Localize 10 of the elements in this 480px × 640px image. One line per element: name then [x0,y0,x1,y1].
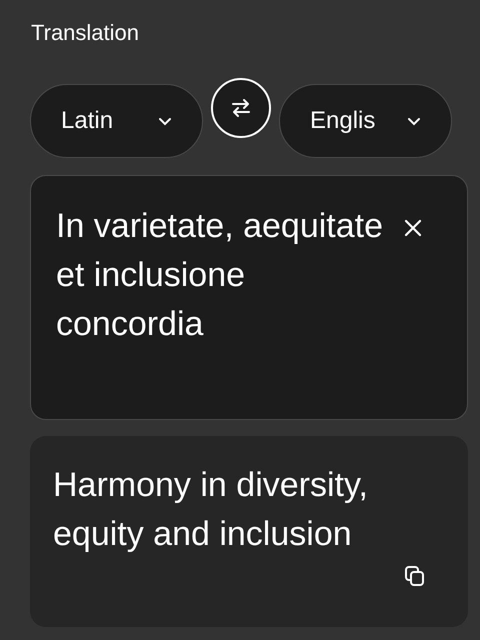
language-dropdown[interactable]: Englis [279,84,452,158]
source-text[interactable]: In varietate, aequitate et inclusione concordia [56,202,387,349]
language-dropdown[interactable]: Latin [30,84,203,158]
close-icon[interactable] [404,219,422,237]
translated-text: Harmony in diversity, equity and inclusion [53,465,369,555]
swap-arrows-icon [230,97,252,119]
copy-icon[interactable] [404,565,426,587]
chevron-down-icon [158,116,172,126]
chevron-down-icon [407,116,421,126]
panel-title: Translation [31,20,140,47]
